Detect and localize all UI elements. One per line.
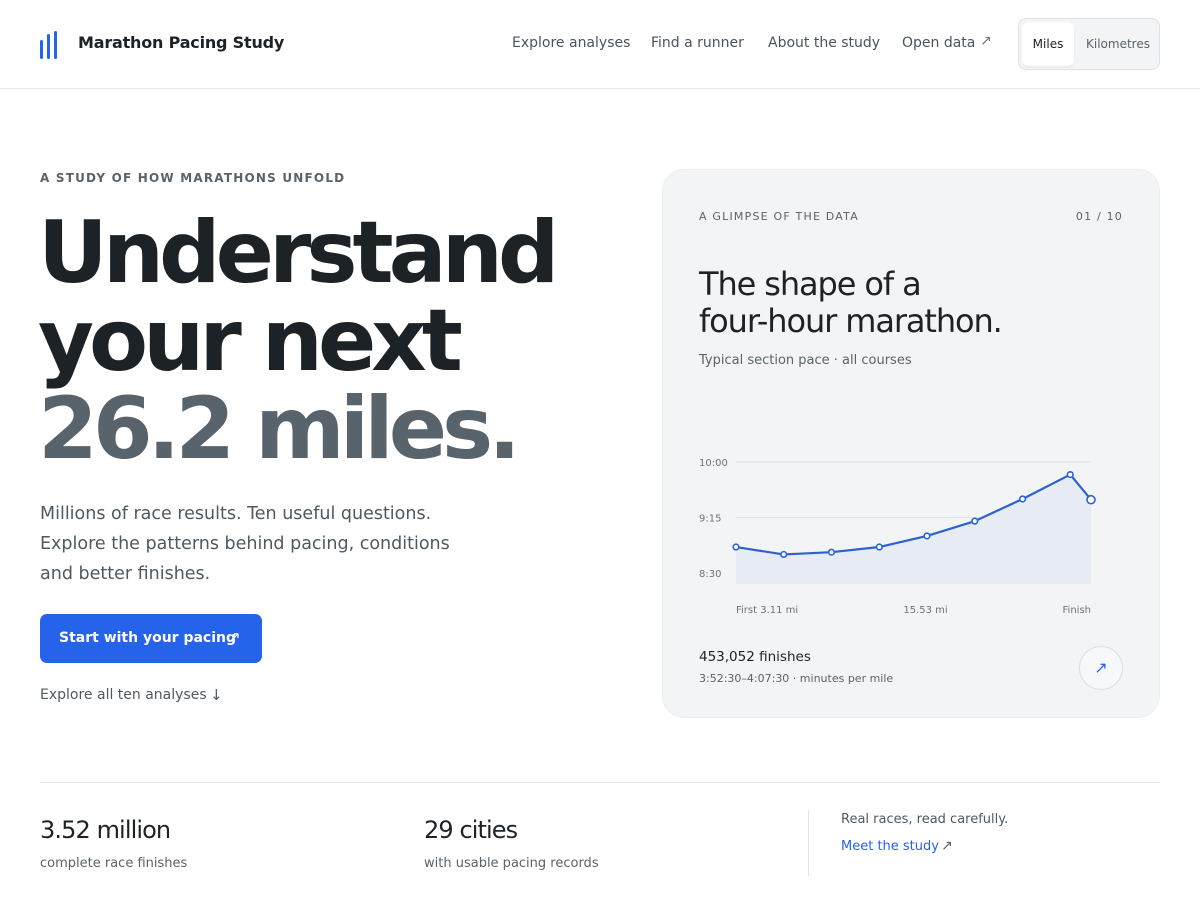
nav-explore-analyses[interactable]: Explore analyses bbox=[512, 35, 630, 51]
x-tick-label: Finish bbox=[1063, 605, 1091, 616]
brand-name[interactable]: Marathon Pacing Study bbox=[78, 33, 284, 52]
stat-finishes-label: complete race finishes bbox=[40, 856, 188, 871]
explore-all-label: Explore all ten analyses bbox=[40, 687, 207, 703]
bar-chart-logo-icon[interactable] bbox=[40, 31, 62, 59]
nav-find-a-runner[interactable]: Find a runner bbox=[651, 35, 744, 51]
x-tick-label: 15.53 mi bbox=[903, 605, 947, 616]
data-point bbox=[971, 517, 979, 525]
data-point bbox=[1066, 470, 1074, 479]
y-tick-label: 9:15 bbox=[699, 513, 721, 524]
finish-range: 3:52:30–4:07:30 · minutes per mile bbox=[699, 672, 894, 685]
data-glimpse-card: A GLIMPSE OF THE DATA 01 / 10 The shape … bbox=[662, 169, 1160, 718]
section-divider bbox=[40, 782, 1160, 783]
data-point bbox=[827, 548, 836, 556]
hero-eyebrow: A STUDY OF HOW MARATHONS UNFOLD bbox=[40, 171, 346, 185]
stat-cities-value: 29 cities bbox=[424, 816, 518, 844]
external-link-icon: ↗ bbox=[980, 33, 992, 49]
card-subtitle: Typical section pace · all courses bbox=[699, 353, 912, 368]
meet-the-study-link[interactable]: Meet the study ↗ bbox=[841, 838, 953, 854]
arrow-down-icon: ↓ bbox=[210, 686, 223, 704]
y-tick-label: 10:00 bbox=[699, 458, 728, 469]
card-title: The shape of a four-hour marathon. bbox=[699, 265, 1003, 340]
finishes-count: 453,052 finishes bbox=[699, 649, 811, 665]
unit-toggle: Miles Kilometres bbox=[1018, 18, 1160, 70]
data-point bbox=[875, 543, 883, 551]
arrow-up-right-icon: ↗ bbox=[228, 628, 241, 646]
hero-lead: Millions of race results. Ten useful que… bbox=[40, 504, 450, 584]
data-point bbox=[780, 550, 788, 559]
start-with-your-pacing-button[interactable]: Start with your pacing ↗ bbox=[40, 614, 262, 663]
hero-headline-line-2: your next bbox=[38, 291, 463, 391]
data-point bbox=[1018, 495, 1027, 503]
site-header: Marathon Pacing Study Explore analyses F… bbox=[0, 0, 1200, 89]
nav-open-data[interactable]: Open data bbox=[902, 35, 975, 51]
card-eyebrow: A GLIMPSE OF THE DATA bbox=[699, 210, 859, 223]
y-tick-label: 8:30 bbox=[699, 569, 721, 580]
card-pager-count: 01 / 10 bbox=[1075, 210, 1123, 223]
nav-about-the-study[interactable]: About the study bbox=[768, 35, 880, 51]
finish-point bbox=[1086, 494, 1096, 505]
unit-kilometres-button[interactable]: Kilometres bbox=[1079, 22, 1157, 66]
pace-chart: 10:00 9:15 8:30 First 3.11 mi 15.53 mi Finish bbox=[699, 458, 1096, 616]
data-point bbox=[923, 532, 931, 540]
meet-the-study-label: Meet the study bbox=[841, 839, 939, 854]
cta-label: Start with your pacing bbox=[59, 630, 237, 646]
stat-finishes-value: 3.52 million bbox=[40, 816, 171, 844]
about-tagline: Real races, read carefully. bbox=[841, 812, 1009, 827]
card-title-line-2: four-hour marathon. bbox=[699, 302, 1003, 340]
data-point bbox=[732, 543, 740, 551]
open-analysis-button[interactable]: ↗ bbox=[1079, 646, 1123, 690]
hero-headline-line-3: 26.2 miles. bbox=[38, 379, 521, 479]
unit-miles-button[interactable]: Miles bbox=[1022, 22, 1074, 66]
card-title-line-1: The shape of a bbox=[699, 265, 922, 303]
stat-cities-label: with usable pacing records bbox=[424, 856, 599, 871]
arrow-up-right-icon: ↗ bbox=[941, 838, 953, 854]
vertical-divider bbox=[808, 810, 809, 876]
x-tick-label: First 3.11 mi bbox=[736, 605, 798, 616]
hero-headline-line-1: Understand bbox=[38, 203, 559, 303]
